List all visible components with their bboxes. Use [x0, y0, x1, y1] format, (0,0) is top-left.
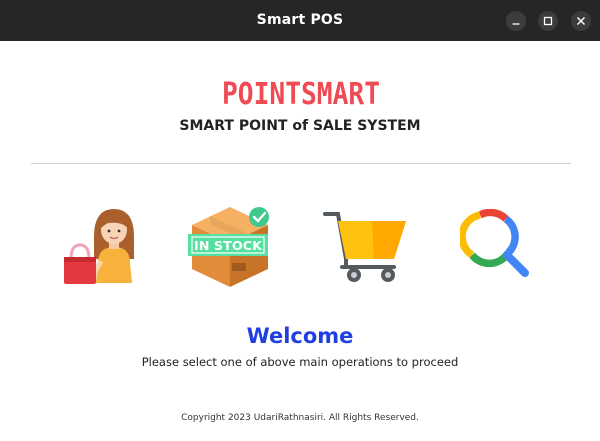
in-stock-badge-text: IN STOCK [194, 238, 263, 253]
title-bar[interactable]: Smart POS [0, 0, 600, 41]
maximize-icon [543, 16, 553, 26]
cart-operation[interactable] [322, 209, 408, 285]
shopping-cart-icon [323, 212, 406, 282]
divider [31, 163, 571, 164]
search-operation[interactable] [458, 208, 532, 281]
shopping-customer-icon [64, 209, 134, 284]
welcome-heading: Welcome [246, 324, 354, 348]
app-subtitle: SMART POINT of SALE SYSTEM [179, 118, 421, 134]
in-stock-box-icon: IN STOCK [188, 207, 269, 287]
close-icon [577, 17, 585, 25]
logo-text: POINTSMART [222, 77, 380, 111]
search-icon [458, 208, 529, 277]
app-window: Smart POS POINTSMART SMART POINT of SALE… [0, 0, 600, 441]
stock-operation[interactable]: IN STOCK [188, 205, 272, 289]
customer-operation[interactable] [60, 207, 136, 285]
main-content: POINTSMART SMART POINT of SALE SYSTEM IN… [0, 41, 600, 441]
minimize-icon [512, 23, 520, 25]
instruction-text: Please select one of above main operatio… [141, 355, 459, 369]
close-button[interactable] [571, 11, 591, 31]
pointsmart-logo: POINTSMART [222, 77, 380, 111]
minimize-button[interactable] [506, 11, 526, 31]
copyright-text: Copyright 2023 UdariRathnasiri. All Righ… [181, 413, 419, 423]
maximize-button[interactable] [538, 11, 558, 31]
